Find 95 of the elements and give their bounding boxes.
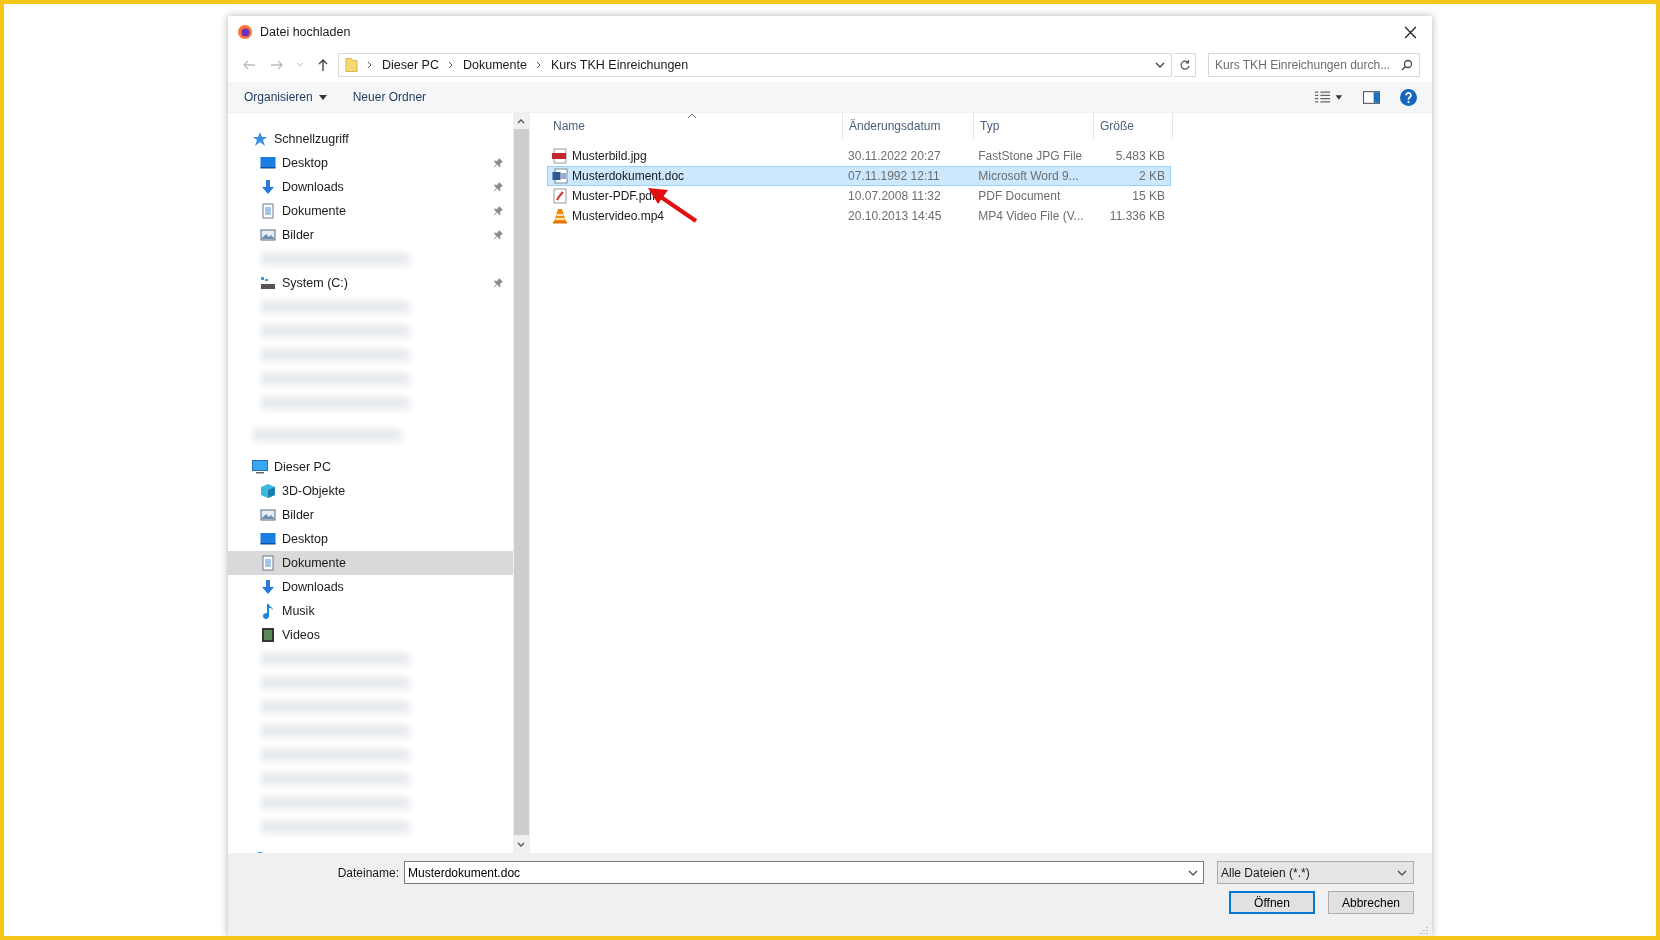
document-icon [260,555,276,571]
file-name: Musterdokument.doc [572,169,685,183]
file-size: 15 KB [1131,189,1166,203]
file-size: 11.336 KB [1108,209,1166,223]
close-icon [1403,25,1417,39]
star-icon [252,131,268,147]
search-icon [1401,59,1413,71]
list-view-icon [1313,90,1343,104]
nav-item[interactable]: Bilder [228,503,513,527]
picture-icon [260,227,276,243]
file-row[interactable]: Musterdokument.doc 07.11.1992 12:11 Microsoft Word 9... 2 KB [547,166,1171,186]
nav-item[interactable]: Downloads [228,575,513,599]
breadcrumb-item[interactable]: Dieser PC [382,58,439,72]
nav-item[interactable]: Schnellzugriff [228,127,513,151]
music-note-icon [260,603,276,619]
file-name: Mustervideo.mp4 [572,209,665,223]
nav-item[interactable]: Dieser PC [228,455,513,479]
file-size: 5.483 KB [1114,149,1166,163]
file-row[interactable]: Mustervideo.mp4 20.10.2013 14:45 MP4 Video File (V... 11.336 KB [547,206,1171,226]
picture-icon [260,507,276,523]
desktop-icon [260,531,276,547]
refresh-button[interactable] [1174,53,1196,77]
breadcrumb-item[interactable]: Kurs TKH Einreichungen [550,58,689,72]
nav-item[interactable]: Downloads [228,175,513,199]
nav-item[interactable]: 3D-Objekte [228,479,513,503]
scrollbar[interactable] [513,113,529,853]
file-name: Muster-PDF.pdf [572,189,656,203]
desktop-icon [260,155,276,171]
address-bar[interactable]: Dieser PC Dokumente Kurs TKH Einreichungen [338,53,1172,77]
traffic-cone-icon [552,208,568,224]
preview-pane-button[interactable] [1360,88,1383,106]
nav-item[interactable]: Bilder [228,223,513,247]
nav-item[interactable]: Desktop [228,151,513,175]
file-row[interactable]: Muster-PDF.pdf 10.07.2008 11:32 PDF Document 15 KB [547,186,1171,206]
nav-item[interactable]: System (C:) [228,271,513,295]
nav-item[interactable]: Musik [228,599,513,623]
preview-pane-icon [1363,90,1380,104]
file-type: Microsoft Word 9... [977,169,1080,183]
computer-icon [252,459,268,475]
file-name: Musterbild.jpg [572,149,647,163]
filename-label: Dateiname: [337,865,399,880]
file-type: MP4 Video File (V... [977,209,1085,223]
help-icon [1400,88,1417,106]
scroll-down-icon [517,842,525,848]
sort-ascending-icon [687,113,697,119]
column-header[interactable]: Größe [1094,113,1173,139]
chevron-right-icon [367,61,373,69]
refresh-icon [1178,59,1191,71]
chevron-down-icon [1397,868,1407,877]
back-arrow-icon [242,58,256,72]
window-title: Datei hochladen [260,25,352,39]
download-icon [260,579,276,595]
image-file-icon [552,148,568,164]
chevron-down-icon [1155,61,1165,69]
column-header[interactable]: Typ [974,113,1094,139]
toolbar-button[interactable]: Organisieren [238,86,333,108]
browser-logo-icon [237,24,253,40]
dialog-button[interactable]: Öffnen [1229,891,1315,914]
chevron-down-icon [1188,869,1198,877]
nav-item[interactable]: Dokumente [228,199,513,223]
modified-date: 10.07.2008 11:32 [847,189,942,203]
breadcrumb-item[interactable]: Dokumente [462,58,527,72]
modified-date: 20.10.2013 14:45 [847,209,943,223]
file-type-dropdown[interactable]: Alle Dateien (*.*) [1217,861,1414,884]
filename-field[interactable]: Musterdokument.doc [404,861,1204,884]
cube-icon [260,483,276,499]
file-type: FastStone JPG File [977,149,1084,163]
dialog-button[interactable]: Abbrechen [1328,891,1414,914]
file-type: PDF Document [977,189,1062,203]
chevron-right-icon [535,61,542,69]
download-icon [260,179,276,195]
nav-item[interactable]: Videos [228,623,513,647]
column-header[interactable]: Änderungsdatum [843,113,974,139]
nav-item[interactable]: Desktop [228,527,513,551]
nav-item[interactable]: Dokumente [228,551,513,575]
chevron-right-icon [447,61,454,69]
column-header[interactable]: Name [547,113,843,139]
search-field[interactable]: Kurs TKH Einreichungen durch... [1208,53,1420,77]
word-document-icon [552,168,568,184]
file-size: 2 KB [1138,169,1166,183]
modified-date: 07.11.1992 12:11 [847,169,941,183]
pdf-file-icon [552,188,568,204]
toolbar-button[interactable]: Neuer Ordner [346,86,433,108]
help-button[interactable] [1397,86,1420,108]
film-icon [260,627,276,643]
modified-date: 30.11.2022 20:27 [847,149,942,163]
forward-arrow-icon [270,58,284,72]
up-arrow-icon [316,58,330,72]
scroll-up-icon [517,118,525,124]
resize-grip-icon [1420,926,1428,934]
document-icon [260,203,276,219]
drive-icon [260,275,276,291]
file-row[interactable]: Musterbild.jpg 30.11.2022 20:27 FastStone JPG File 5.483 KB [547,146,1171,166]
chevron-down-icon [296,61,304,69]
folder-icon [345,57,358,73]
